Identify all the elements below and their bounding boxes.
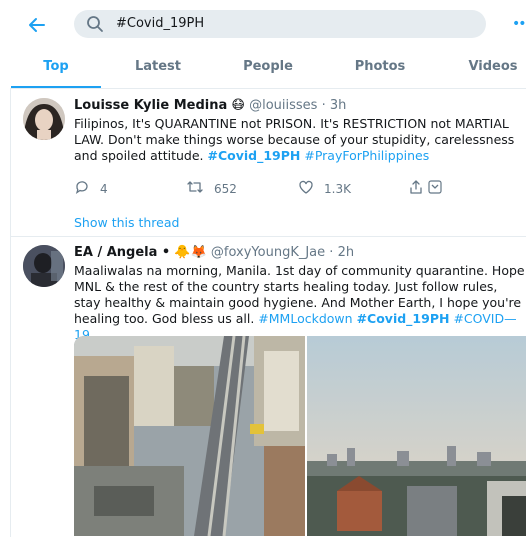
search-tabs: Top Latest People Photos Videos [11, 50, 526, 89]
reply-icon [74, 179, 90, 198]
tweet-text: Maaliwalas na morning, Manila. 1st day o… [74, 263, 526, 343]
search-icon [86, 15, 104, 37]
hashtag-link[interactable]: #PrayForPhilippines [304, 148, 429, 163]
tweet[interactable]: EA / Angela • 🐥🦊 @foxyYoungK_Jae · 2h Ma… [11, 237, 526, 537]
timestamp[interactable]: 2h [338, 245, 355, 260]
hashtag-link[interactable]: #Covid_19PH [207, 148, 300, 163]
dot-separator: · [329, 245, 334, 260]
back-arrow-icon[interactable] [26, 14, 48, 36]
retweet-button[interactable]: 652 [186, 179, 237, 198]
bookmark-chevron-icon [427, 179, 443, 198]
avatar[interactable] [23, 245, 65, 287]
like-button[interactable]: 1.3K [298, 179, 351, 198]
share-button[interactable] [408, 179, 443, 198]
avatar[interactable] [23, 98, 65, 140]
tab-people-label: People [243, 59, 293, 74]
tab-latest[interactable]: Latest [123, 50, 193, 88]
tab-top[interactable]: Top [11, 50, 101, 88]
display-name[interactable]: Louisse Kylie Medina [74, 98, 227, 113]
tweet-photo[interactable] [74, 336, 305, 536]
like-count: 1.3K [324, 181, 351, 196]
retweet-count: 652 [214, 181, 237, 196]
tweet-photo[interactable] [307, 336, 526, 536]
more-options-icon[interactable]: •• [512, 16, 526, 32]
tweet[interactable]: Louisse Kylie Medina 😷 @louiisses · 3h F… [11, 89, 526, 236]
tab-latest-label: Latest [134, 59, 182, 74]
heart-icon [298, 179, 314, 198]
tweet-header: Louisse Kylie Medina 😷 @louiisses · 3h [74, 98, 346, 113]
name-emoji: 😷 [231, 98, 245, 113]
retweet-icon [186, 179, 204, 198]
reply-button[interactable]: 4 [74, 179, 108, 198]
tab-top-label: Top [43, 59, 69, 74]
tab-people[interactable]: People [233, 50, 303, 88]
name-emoji: 🐥🦊 [174, 245, 207, 260]
share-icon [408, 179, 424, 198]
hashtag-link[interactable]: #Covid_19PH [357, 311, 450, 326]
tab-videos[interactable]: Videos [458, 50, 526, 88]
display-name[interactable]: EA / Angela • [74, 245, 170, 260]
tweet-header: EA / Angela • 🐥🦊 @foxyYoungK_Jae · 2h [74, 245, 354, 260]
dot-separator: · [321, 98, 326, 113]
show-thread-link[interactable]: Show this thread [74, 215, 179, 230]
tab-videos-label: Videos [468, 59, 518, 74]
reply-count: 4 [100, 181, 108, 196]
tweet-text: Filipinos, It's QUARANTINE not PRISON. I… [74, 116, 526, 164]
hashtag-link[interactable]: #MMLockdown [258, 311, 352, 326]
timestamp[interactable]: 3h [330, 98, 347, 113]
tab-photos-label: Photos [354, 59, 406, 74]
search-header: #Covid_19PH •• [0, 0, 526, 50]
search-query[interactable]: #Covid_19PH [116, 16, 204, 31]
active-tab-indicator [11, 86, 101, 88]
handle[interactable]: @louiisses [249, 98, 317, 113]
tab-photos[interactable]: Photos [345, 50, 415, 88]
handle[interactable]: @foxyYoungK_Jae [211, 245, 325, 260]
search-input[interactable]: #Covid_19PH [74, 10, 486, 38]
